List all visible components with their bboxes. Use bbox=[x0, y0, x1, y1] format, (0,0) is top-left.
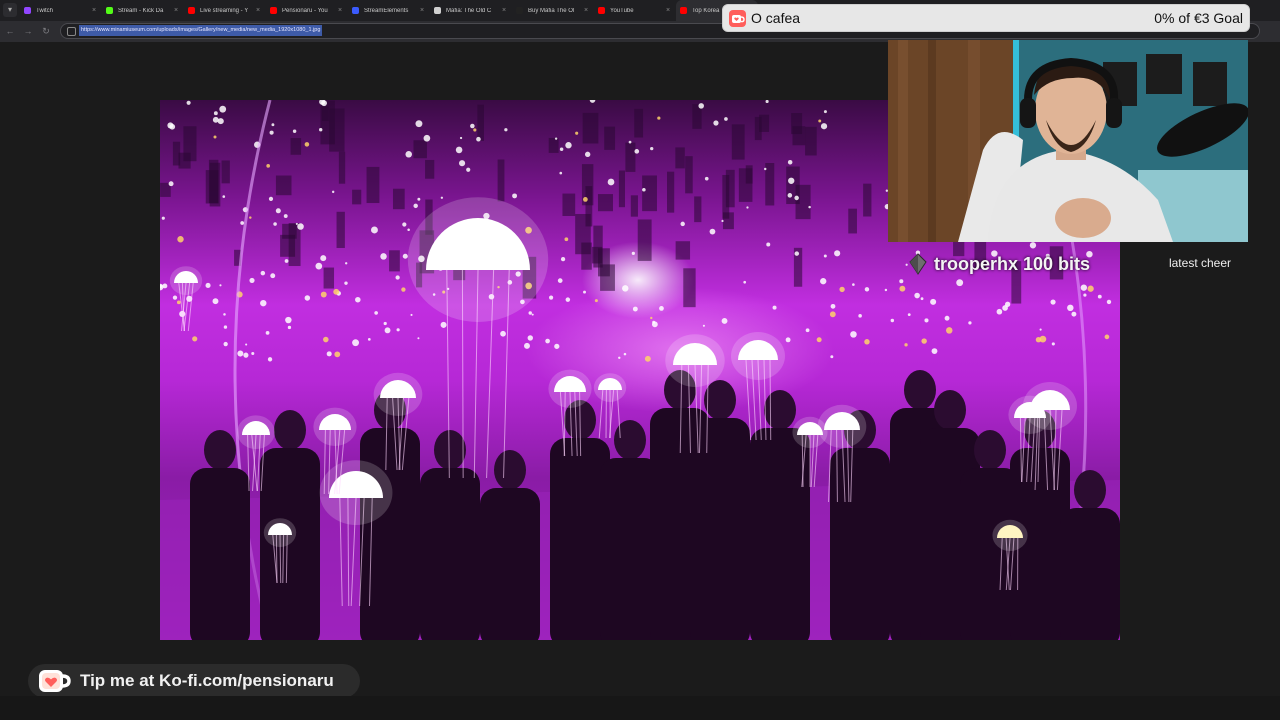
close-tab-icon[interactable]: × bbox=[663, 7, 673, 14]
latest-cheer-alert: trooperhx 100 bits bbox=[908, 252, 1090, 276]
close-tab-icon[interactable]: × bbox=[253, 7, 263, 14]
tab-label: StreamElements bbox=[364, 7, 409, 14]
close-tab-icon[interactable]: × bbox=[335, 7, 345, 14]
close-tab-icon[interactable]: × bbox=[89, 7, 99, 14]
close-tab-icon[interactable]: × bbox=[581, 7, 591, 14]
bits-gem-icon bbox=[909, 253, 927, 275]
url-text[interactable]: https://www.minamiuseum.com/uploads/imag… bbox=[79, 25, 323, 36]
tab-label: Twitch bbox=[36, 7, 54, 14]
webcam-feed bbox=[888, 40, 1248, 242]
browser-tab[interactable]: Stream - Kick Da × bbox=[102, 0, 184, 21]
tab-favicon-icon bbox=[106, 7, 113, 14]
browser-tab[interactable]: Mafia: The Old C × bbox=[430, 0, 512, 21]
streamer-webcam-image bbox=[888, 40, 1248, 242]
tab-label: YouTube bbox=[610, 7, 634, 14]
tab-favicon-icon bbox=[352, 7, 359, 14]
close-tab-icon[interactable]: × bbox=[499, 7, 509, 14]
ko-fi-cup-icon bbox=[729, 10, 746, 27]
tab-search-button[interactable]: ▾ bbox=[3, 3, 17, 17]
tab-favicon-icon bbox=[598, 7, 605, 14]
reload-icon[interactable]: ↻ bbox=[40, 25, 52, 37]
tab-label: Buy Mafia The Ol bbox=[528, 7, 575, 14]
tab-favicon-icon bbox=[188, 7, 195, 14]
browser-tab[interactable]: YouTube × bbox=[594, 0, 676, 21]
close-tab-icon[interactable]: × bbox=[417, 7, 427, 14]
donation-goal-widget: O cafea 0% of €3 Goal bbox=[722, 4, 1250, 32]
browser-tab[interactable]: Buy Mafia The Ol × bbox=[512, 0, 594, 21]
site-info-icon[interactable] bbox=[67, 27, 76, 36]
tab-favicon-icon bbox=[516, 7, 523, 14]
tab-favicon-icon bbox=[270, 7, 277, 14]
ko-fi-cup-icon bbox=[39, 670, 71, 692]
tab-favicon-icon bbox=[680, 7, 687, 14]
taskbar bbox=[0, 696, 1280, 720]
tab-label: Mafia: The Old C bbox=[446, 7, 492, 14]
tab-favicon-icon bbox=[434, 7, 441, 14]
latest-cheer-label: latest cheer bbox=[1168, 256, 1232, 270]
goal-title: O cafea bbox=[751, 10, 801, 26]
browser-tab[interactable]: StreamElements × bbox=[348, 0, 430, 21]
back-icon[interactable]: ← bbox=[4, 25, 16, 37]
browser-tab[interactable]: Live streaming - Y × bbox=[184, 0, 266, 21]
cheer-text: trooperhx 100 bits bbox=[934, 253, 1091, 274]
browser-tab[interactable]: Pensionaru - You × bbox=[266, 0, 348, 21]
goal-progress-text: 0% of €3 Goal bbox=[1154, 10, 1243, 26]
tab-label: Pensionaru - You bbox=[282, 7, 328, 14]
tab-favicon-icon bbox=[24, 7, 31, 14]
ko-fi-text: Tip me at Ko-fi.com/pensionaru bbox=[80, 671, 334, 690]
tab-label: Live streaming - Y bbox=[200, 7, 249, 14]
browser-tab[interactable]: Twitch × bbox=[20, 0, 102, 21]
forward-icon[interactable]: → bbox=[22, 25, 34, 37]
close-tab-icon[interactable]: × bbox=[171, 7, 181, 14]
ko-fi-banner: Tip me at Ko-fi.com/pensionaru bbox=[28, 664, 360, 698]
tab-label: Stream - Kick Da bbox=[118, 7, 164, 14]
